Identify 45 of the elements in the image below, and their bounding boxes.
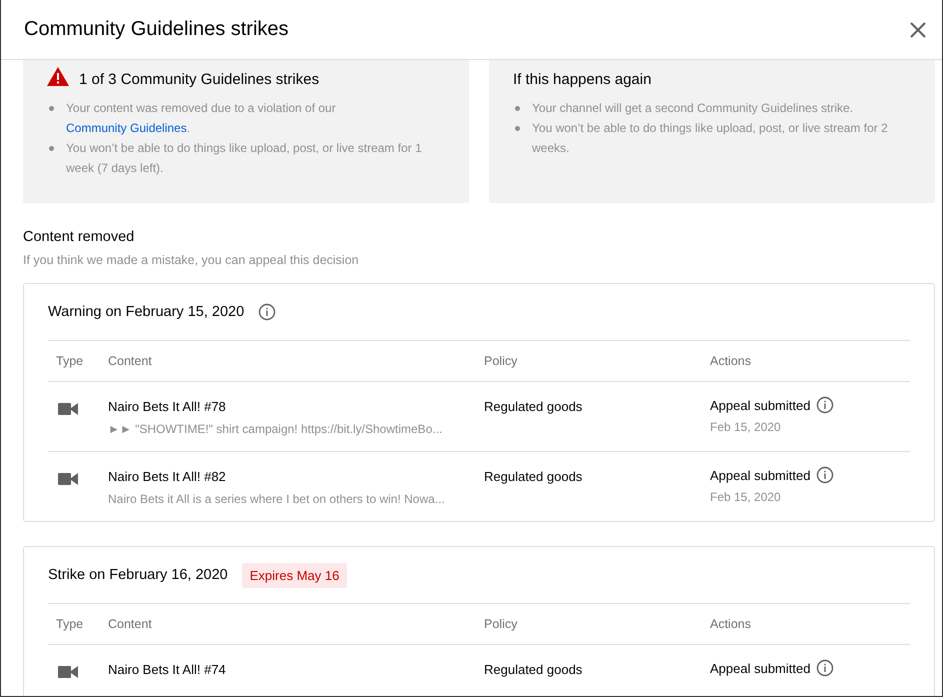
bullet-icon <box>515 126 520 131</box>
policy-text: Regulated goods <box>484 469 584 484</box>
guidelines-link[interactable]: Community Guidelines <box>66 121 187 135</box>
summary-heading: 1 of 3 Community Guidelines strikes <box>79 70 320 88</box>
appeal-status: Appeal submitted <box>710 468 810 482</box>
appeal-date: Feb 15, 2020 <box>710 420 782 434</box>
section-title: Content removed <box>23 229 136 245</box>
appeal-status: Appeal submitted <box>710 660 810 676</box>
video-title[interactable]: Nairo Bets It All! #82 <box>108 469 484 484</box>
column-header: Content <box>108 617 153 631</box>
column-header: Policy <box>484 617 518 631</box>
info-icon[interactable] <box>816 659 834 677</box>
card-title: Warning on February 15, 2020 <box>48 304 244 320</box>
section-subtitle: If you think we made a mistake, you can appeal this decision <box>23 253 360 267</box>
info-icon[interactable] <box>258 303 276 321</box>
column-header: Content <box>108 354 153 368</box>
bullet-text: Your content was removed due to a violation of our Community Guidelines. <box>66 100 337 137</box>
column-header: Type <box>55 354 84 368</box>
policy-text: Regulated goods <box>484 399 584 414</box>
bullet-icon <box>49 106 54 111</box>
column-header: Policy <box>484 354 518 368</box>
video-camera-icon <box>58 402 78 416</box>
column-header: Actions <box>710 617 752 631</box>
video-camera-icon <box>58 665 78 679</box>
video-camera-icon <box>58 472 78 486</box>
expiry-badge: Expires May 16 <box>242 562 348 588</box>
policy-text: Regulated goods <box>484 662 584 677</box>
column-header: Actions <box>710 354 752 368</box>
appeal-date: Feb 15, 2020 <box>710 490 782 504</box>
dialog-title: Community Guidelines strikes <box>24 18 289 41</box>
info-icon[interactable] <box>816 396 834 414</box>
video-title[interactable]: Nairo Bets It All! #74 <box>108 662 484 677</box>
bullet-text: Your channel will get a second Community Guidelines strike. <box>532 100 854 117</box>
video-description: Nairo Bets it All is a series where I bet on others to win! Nowa... <box>108 492 446 506</box>
bullet-icon <box>49 146 54 151</box>
appeal-status: Appeal submitted <box>710 398 810 412</box>
video-title[interactable]: Nairo Bets It All! #78 <box>108 399 484 414</box>
video-description: ►► "SHOWTIME!" shirt campaign! https://bit.ly/ShowtimeBo... <box>108 422 444 436</box>
summary-heading: If this happens again <box>513 70 652 88</box>
bullet-icon <box>515 106 520 111</box>
bullet-text: You won’t be able to do things like upload, post, or live stream for 2 weeks. <box>532 120 889 157</box>
bullet-text: You won’t be able to do things like upload, post, or live stream for 1 week (7 days left). <box>66 140 423 177</box>
card-title: Strike on February 16, 2020 <box>48 567 228 583</box>
info-icon[interactable] <box>816 466 834 484</box>
column-header: Type <box>55 617 84 631</box>
